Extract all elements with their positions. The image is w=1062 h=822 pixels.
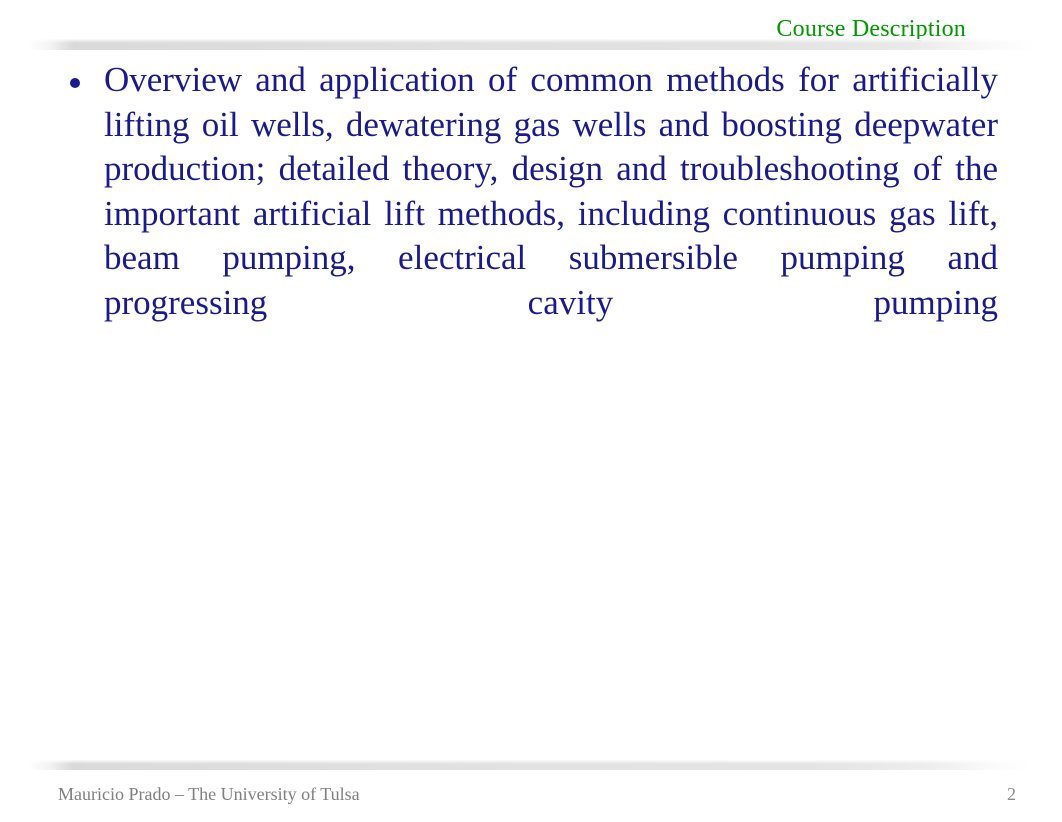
footer-author-label: Mauricio Prado – The University of Tulsa bbox=[58, 784, 360, 804]
slide-page-number: 2 bbox=[1007, 784, 1016, 804]
list-item: Overview and application of common metho… bbox=[56, 58, 998, 370]
header-divider bbox=[28, 39, 1034, 50]
presentation-slide: Course Description Overview and applicat… bbox=[0, 0, 1062, 822]
slide-body: Overview and application of common metho… bbox=[56, 58, 998, 370]
bullet-list: Overview and application of common metho… bbox=[56, 58, 998, 370]
footer-divider bbox=[28, 760, 1034, 770]
